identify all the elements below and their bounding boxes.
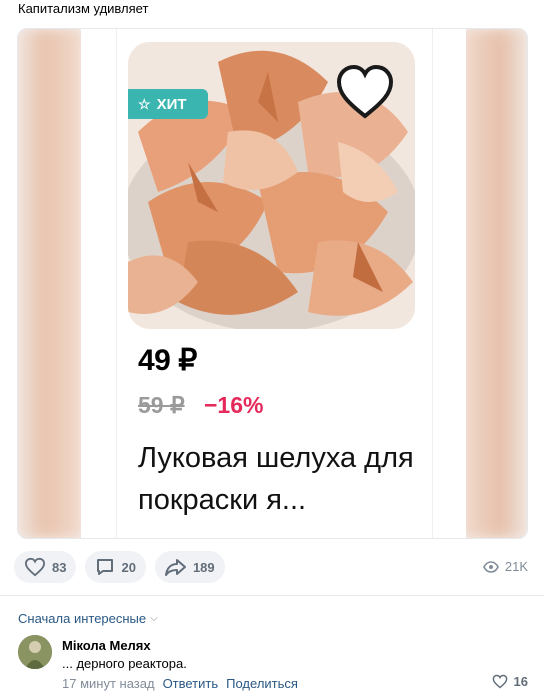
hit-badge-label: ХИТ xyxy=(156,95,187,113)
share-count: 189 xyxy=(192,559,215,575)
comment-author[interactable]: Мікола Меляx xyxy=(62,638,151,653)
eye-icon xyxy=(482,560,499,573)
like-count: 83 xyxy=(52,559,67,575)
post-actions: 83 20 189 xyxy=(14,551,225,583)
product-card: ☆ ХИТ 49 ₽ 59 ₽ −16% Луковая шелуха для … xyxy=(81,29,466,538)
share-comment-link[interactable]: Поделиться xyxy=(226,676,298,691)
comment-time[interactable]: 17 минут назад xyxy=(62,676,155,691)
views-counter: 21K xyxy=(482,559,528,574)
share-icon xyxy=(164,559,186,576)
favorite-heart-icon[interactable] xyxy=(335,64,395,120)
share-button[interactable]: 189 xyxy=(154,551,225,583)
comment-meta: 17 минут назад Ответить Поделиться xyxy=(62,676,298,691)
post-image[interactable]: ☆ ХИТ 49 ₽ 59 ₽ −16% Луковая шелуха для … xyxy=(17,28,528,539)
comment-sort-label: Сначала интересные xyxy=(18,611,147,626)
product-title: Луковая шелуха для покраски я... xyxy=(138,442,414,516)
avatar-image xyxy=(18,635,52,669)
divider xyxy=(0,595,544,596)
comment-button[interactable]: 20 xyxy=(85,551,146,583)
image-blur-right xyxy=(463,29,527,538)
like-button[interactable]: 83 xyxy=(14,551,77,583)
views-count: 21K xyxy=(504,559,528,574)
product-price: 49 ₽ xyxy=(138,344,197,377)
comment-icon xyxy=(97,559,114,575)
comment-count: 20 xyxy=(121,559,136,575)
onion-peel-photo: ☆ ХИТ xyxy=(128,42,415,329)
heart-icon xyxy=(24,557,46,577)
card-border-left xyxy=(116,29,117,538)
comment-text: ... дерного реактора. xyxy=(62,656,187,671)
hit-badge: ☆ ХИТ xyxy=(128,89,208,119)
star-icon: ☆ xyxy=(138,95,151,112)
heart-icon xyxy=(492,674,507,689)
post-text: Капитализм удивляет xyxy=(18,1,149,16)
image-blur-left xyxy=(18,29,82,538)
comment-like-count: 16 xyxy=(513,674,528,689)
comment-author-avatar[interactable] xyxy=(18,635,52,669)
product-old-price: 59 ₽ xyxy=(138,392,185,418)
comment-like-button[interactable]: 16 xyxy=(492,674,528,689)
chevron-down-icon: ⌵ xyxy=(150,613,158,624)
comment-sort-dropdown[interactable]: Сначала интересные ⌵ xyxy=(18,611,158,626)
reply-link[interactable]: Ответить xyxy=(163,676,219,691)
product-discount: −16% xyxy=(204,392,264,418)
